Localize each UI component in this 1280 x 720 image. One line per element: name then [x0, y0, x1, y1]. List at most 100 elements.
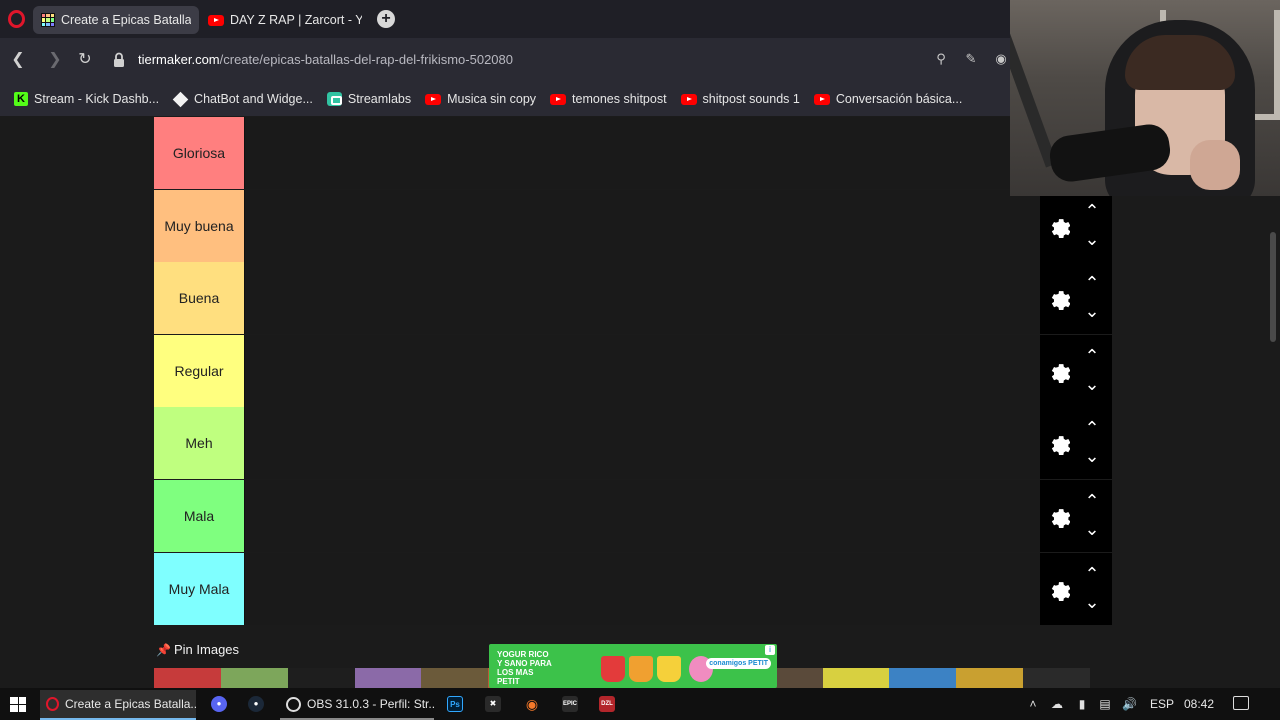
tier-label[interactable]: Muy buena	[154, 189, 244, 262]
back-arrow-icon[interactable]: ❮	[8, 50, 28, 70]
bookmark-musica[interactable]: Musica sin copy	[425, 92, 536, 106]
dayz-launcher-icon[interactable]: DZL	[599, 696, 615, 712]
chevron-up-icon[interactable]: ⌃	[1082, 274, 1102, 292]
notifications-icon[interactable]	[1233, 696, 1249, 710]
edit-icon[interactable]: ✎	[962, 50, 980, 68]
image-thumbnail[interactable]	[220, 668, 288, 688]
tier-controls: ⌃ ⌄	[1040, 552, 1112, 625]
youtube-icon	[208, 14, 224, 26]
bookmark-conversacion[interactable]: Conversación básica...	[813, 92, 962, 106]
yogurt-cup-icon	[657, 656, 681, 682]
tier-controls: ⌃ ⌄	[1040, 407, 1112, 480]
chevron-up-icon[interactable]: ⌃	[1082, 202, 1102, 220]
language-indicator[interactable]: ESP	[1150, 697, 1174, 711]
network-icon[interactable]: ▤	[1098, 697, 1112, 711]
tray-overflow-chevron-icon[interactable]: ˄	[1026, 697, 1040, 711]
gear-icon[interactable]	[1046, 504, 1070, 528]
steam-icon[interactable]: ●	[248, 696, 264, 712]
reload-icon[interactable]: ↻	[75, 50, 95, 70]
image-thumbnail[interactable]	[889, 668, 957, 688]
tier-label[interactable]: Muy Mala	[154, 552, 244, 625]
tier-label[interactable]: Regular	[154, 334, 244, 407]
image-thumbnail[interactable]	[1023, 668, 1091, 688]
bookmark-streamlabs[interactable]: Streamlabs	[326, 92, 411, 106]
chevron-up-icon[interactable]: ⌃	[1082, 347, 1102, 365]
bookmark-chatbot[interactable]: ChatBot and Widge...	[172, 91, 313, 107]
tier-row: Regular ⌃ ⌄	[154, 334, 1112, 407]
taskbar-app-obs[interactable]: OBS 31.0.3 - Perfil: Str...	[280, 690, 434, 720]
chevron-up-icon[interactable]: ⌃	[1082, 419, 1102, 437]
microphone-tray-icon[interactable]: ▮	[1075, 697, 1089, 711]
image-thumbnail[interactable]	[956, 668, 1024, 688]
network-cloud-icon[interactable]: ☁	[1050, 697, 1064, 711]
chevron-up-icon[interactable]: ⌃	[1082, 492, 1102, 510]
gear-icon[interactable]	[1046, 359, 1070, 383]
gear-icon[interactable]	[1046, 214, 1070, 238]
url-field[interactable]: tiermaker.com/create/epicas-batallas-del…	[138, 52, 513, 67]
bookmark-label: ChatBot and Widge...	[194, 92, 313, 106]
tier-drop-zone[interactable]	[244, 480, 1040, 552]
chevron-down-icon[interactable]: ⌄	[1082, 447, 1102, 465]
bookmark-label: Stream - Kick Dashb...	[34, 92, 160, 106]
chevron-down-icon[interactable]: ⌄	[1082, 520, 1102, 538]
tier-drop-zone[interactable]	[244, 117, 1040, 189]
tier-drop-zone[interactable]	[244, 552, 1040, 625]
tier-label[interactable]: Gloriosa	[154, 117, 244, 189]
clock[interactable]: 08:42	[1184, 697, 1214, 711]
pin-images-toggle[interactable]: 📌 Pin Images	[156, 642, 239, 657]
tab-tiermaker[interactable]: Create a Epicas Batallas de	[33, 6, 199, 34]
tab-youtube[interactable]: DAY Z RAP | Zarcort - You	[200, 6, 370, 34]
windows-start-icon[interactable]	[10, 697, 26, 712]
tier-label[interactable]: Buena	[154, 262, 244, 335]
discord-icon[interactable]: ●	[211, 696, 227, 712]
image-thumbnail[interactable]	[421, 668, 489, 688]
tier-label[interactable]: Meh	[154, 407, 244, 480]
image-thumbnail[interactable]	[354, 668, 422, 688]
taskbar-app-label: OBS 31.0.3 - Perfil: Str...	[307, 697, 434, 711]
bookmark-kick[interactable]: K Stream - Kick Dashb...	[14, 92, 159, 106]
bookmark-shitpost-sounds[interactable]: shitpost sounds 1	[680, 92, 800, 106]
taskbar-app-label: Create a Epicas Batalla...	[65, 697, 196, 711]
streamer-hand	[1190, 140, 1240, 190]
opera-icon	[46, 697, 59, 711]
photoshop-icon[interactable]: Ps	[447, 696, 463, 712]
windows-taskbar: Create a Epicas Batalla... ● ● OBS 31.0.…	[0, 688, 1280, 720]
tier-controls: ⌃ ⌄	[1040, 334, 1112, 407]
chevron-down-icon[interactable]: ⌄	[1082, 302, 1102, 320]
tier-drop-zone[interactable]	[244, 407, 1040, 480]
gear-icon[interactable]	[1046, 431, 1070, 456]
ad-info-icon[interactable]: i	[765, 645, 775, 655]
tier-controls: ⌃ ⌄	[1040, 262, 1112, 335]
chevron-up-icon[interactable]: ⌃	[1082, 565, 1102, 583]
epic-games-icon[interactable]: EPIC	[562, 696, 578, 712]
new-tab-plus-icon[interactable]: +	[377, 10, 395, 28]
bookmark-temones[interactable]: temones shitpost	[550, 92, 667, 106]
webcam-overlay	[1010, 0, 1280, 196]
search-icon[interactable]: ⚲	[932, 50, 950, 68]
ad-brand: conamigos PETIT	[706, 658, 771, 669]
page-scrollbar[interactable]	[1268, 116, 1280, 688]
forward-arrow-icon[interactable]: ❯	[45, 50, 65, 70]
tier-drop-zone[interactable]	[244, 334, 1040, 407]
chevron-down-icon[interactable]: ⌄	[1082, 375, 1102, 393]
camera-icon[interactable]: ◉	[992, 50, 1010, 68]
tier-drop-zone[interactable]	[244, 262, 1040, 335]
volume-icon[interactable]: 🔊	[1122, 697, 1137, 711]
tier-row: Meh ⌃ ⌄	[154, 407, 1112, 480]
tier-label[interactable]: Mala	[154, 480, 244, 552]
chevron-down-icon[interactable]: ⌄	[1082, 230, 1102, 248]
taskbar-app-opera[interactable]: Create a Epicas Batalla...	[40, 690, 196, 720]
blender-icon[interactable]: ◉	[524, 696, 540, 712]
gear-icon[interactable]	[1046, 577, 1070, 601]
scrollbar-thumb[interactable]	[1270, 232, 1276, 342]
image-thumbnail[interactable]	[154, 668, 221, 688]
capcut-icon[interactable]: ✖	[485, 696, 501, 712]
tier-drop-zone[interactable]	[244, 189, 1040, 262]
gear-icon[interactable]	[1046, 286, 1070, 311]
chevron-down-icon[interactable]: ⌄	[1082, 593, 1102, 611]
url-path: /create/epicas-batallas-del-rap-del-frik…	[219, 52, 513, 67]
image-thumbnail[interactable]	[287, 668, 355, 688]
opera-logo-icon[interactable]	[8, 10, 25, 28]
image-thumbnail[interactable]	[822, 668, 890, 688]
advertisement-banner[interactable]: YOGUR RICO Y SANO PARA LOS MAS PETIT con…	[489, 644, 777, 688]
